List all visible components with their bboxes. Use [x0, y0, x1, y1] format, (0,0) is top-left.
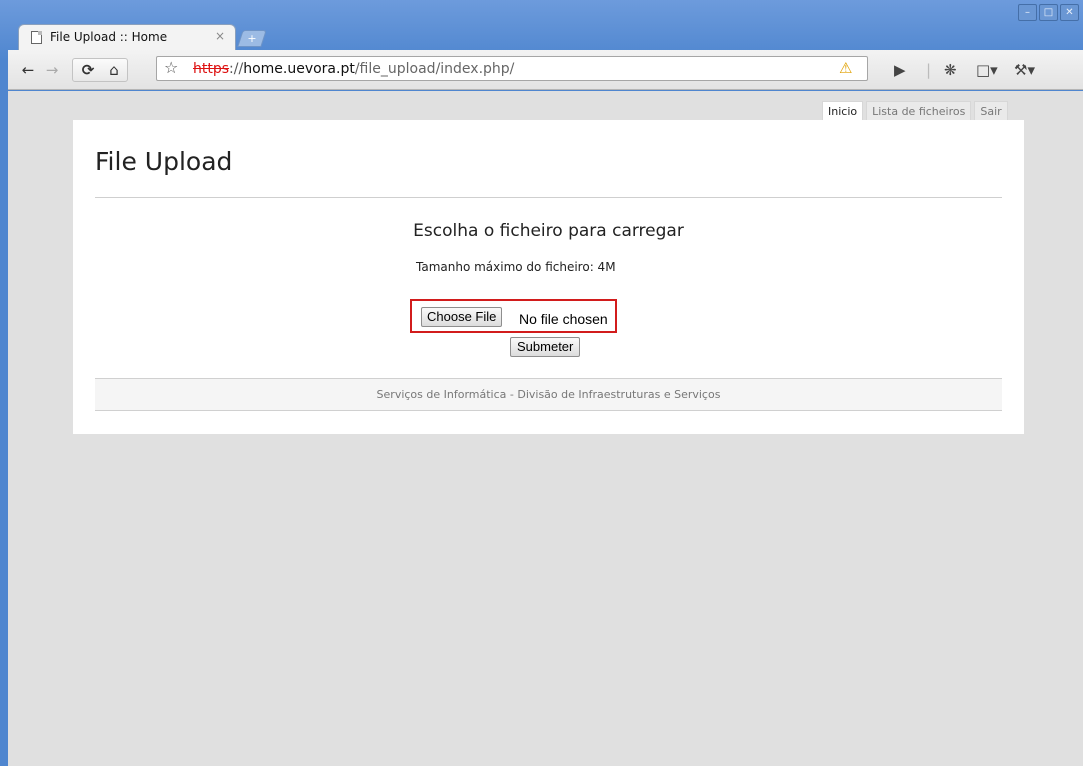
submit-button[interactable]: Submeter [510, 337, 581, 357]
choose-file-button[interactable]: Choose File [421, 307, 503, 327]
footer: Serviços de Informática - Divisão de Inf… [95, 378, 1002, 411]
browser-window: File Upload :: Home × + – □ ✕ ← → ⟳ ⌂ ☆ … [0, 0, 1083, 766]
bookmark-star-icon[interactable]: ☆ [164, 58, 178, 77]
max-file-size-text: Tamanho máximo do ficheiro: 4M [416, 260, 616, 274]
browser-toolbar: ← → ⟳ ⌂ ☆ https://home.uevora.pt/file_up… [8, 50, 1083, 90]
nav-tab-sair[interactable]: Sair [974, 101, 1008, 121]
bug-icon[interactable]: ❋ [944, 59, 957, 81]
title-bar: File Upload :: Home × + – □ ✕ [0, 0, 1083, 50]
play-icon[interactable]: ▶ [894, 59, 906, 81]
browser-tab[interactable]: File Upload :: Home × [18, 24, 236, 50]
close-window-button[interactable]: ✕ [1060, 4, 1079, 21]
reload-icon[interactable]: ⟳ [77, 59, 99, 81]
main-panel: File Upload Escolha o ficheiro para carr… [73, 120, 1024, 434]
page-menu-icon[interactable]: □▾ [976, 59, 998, 81]
nav-tab-lista-de-ficheiros[interactable]: Lista de ficheiros [866, 101, 972, 121]
reload-home-group: ⟳ ⌂ [72, 58, 128, 82]
wrench-icon[interactable]: ⚒▾ [1014, 59, 1035, 81]
upload-heading: Escolha o ficheiro para carregar [413, 221, 684, 241]
address-bar[interactable]: ☆ https://home.uevora.pt/file_upload/ind… [156, 56, 868, 81]
window-controls: – □ ✕ [1018, 4, 1079, 21]
no-file-chosen-label: No file chosen [519, 311, 608, 327]
close-tab-icon[interactable]: × [215, 29, 225, 43]
url-text: https://home.uevora.pt/file_upload/index… [193, 61, 514, 77]
file-input: Choose File No file chosen [410, 299, 617, 333]
page-viewport: Inicio Lista de ficheiros Sair File Uplo… [8, 91, 1083, 766]
page-icon [31, 31, 42, 44]
url-host: home.uevora.pt [243, 61, 355, 77]
toolbar-divider: | [926, 61, 932, 79]
page-title: File Upload [95, 147, 233, 176]
url-separator: :// [229, 61, 244, 77]
url-scheme: https [193, 61, 230, 77]
url-path: /file_upload/index.php/ [354, 61, 515, 77]
plus-icon: + [247, 32, 257, 45]
forward-icon[interactable]: → [42, 59, 62, 81]
maximize-button[interactable]: □ [1039, 4, 1058, 21]
back-icon[interactable]: ← [18, 59, 38, 81]
site-nav: Inicio Lista de ficheiros Sair [822, 101, 1008, 121]
title-divider [95, 197, 1002, 198]
new-tab-button[interactable]: + [237, 30, 267, 47]
nav-tab-inicio[interactable]: Inicio [822, 101, 864, 121]
home-icon[interactable]: ⌂ [103, 59, 125, 81]
tab-title: File Upload :: Home [50, 30, 168, 44]
minimize-button[interactable]: – [1018, 4, 1037, 21]
warning-icon[interactable]: ⚠ [839, 59, 852, 77]
